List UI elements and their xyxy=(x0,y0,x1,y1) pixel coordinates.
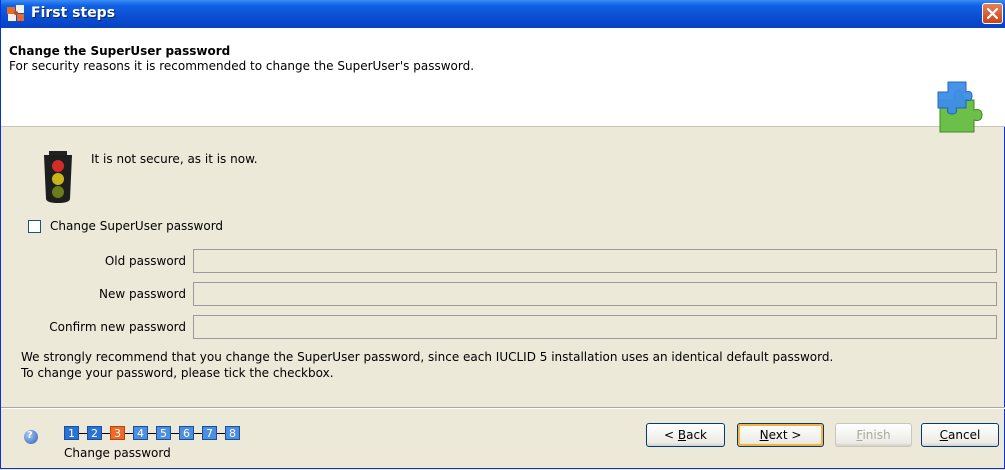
cancel-button[interactable]: Cancel xyxy=(921,423,999,447)
wizard-header: Change the SuperUser password For securi… xyxy=(1,28,1005,133)
security-status-text: It is not secure, as it is now. xyxy=(91,152,258,166)
step-2[interactable]: 2 xyxy=(87,426,102,440)
help-icon[interactable]: ? xyxy=(24,430,38,444)
step-4[interactable]: 4 xyxy=(133,426,148,440)
old-password-label: Old password xyxy=(104,254,186,268)
new-password-label: New password xyxy=(99,287,186,301)
puzzle-icon xyxy=(937,81,983,133)
window-title: First steps xyxy=(31,5,116,21)
change-password-checkbox-label[interactable]: Change SuperUser password xyxy=(50,219,223,233)
change-password-checkbox[interactable] xyxy=(28,220,41,233)
step-5[interactable]: 5 xyxy=(156,426,171,440)
traffic-light-icon xyxy=(44,151,72,203)
close-button[interactable] xyxy=(982,3,1003,24)
confirm-password-label: Confirm new password xyxy=(49,320,186,334)
old-password-field[interactable] xyxy=(193,249,997,273)
next-button[interactable]: Next > xyxy=(737,423,824,447)
dialog-window: First steps Change the SuperUser passwor… xyxy=(0,0,1005,469)
page-title: Change the SuperUser password xyxy=(9,44,231,58)
current-step-caption: Change password xyxy=(64,446,171,460)
step-1[interactable]: 1 xyxy=(64,426,79,440)
instruction-text: To change your password, please tick the… xyxy=(21,366,334,380)
step-8[interactable]: 8 xyxy=(225,426,240,440)
app-logo-icon xyxy=(7,5,24,21)
confirm-password-field[interactable] xyxy=(193,315,997,339)
finish-button: Finish xyxy=(835,423,912,447)
title-bar[interactable]: First steps xyxy=(1,0,1005,28)
step-6[interactable]: 6 xyxy=(179,426,194,440)
step-3[interactable]: 3 xyxy=(110,426,125,440)
page-description: For security reasons it is recommended t… xyxy=(9,59,475,73)
new-password-field[interactable] xyxy=(193,282,997,306)
recommendation-text: We strongly recommend that you change th… xyxy=(21,350,834,364)
step-7[interactable]: 7 xyxy=(202,426,217,440)
close-icon xyxy=(986,7,999,20)
back-button[interactable]: < Back xyxy=(646,423,725,447)
